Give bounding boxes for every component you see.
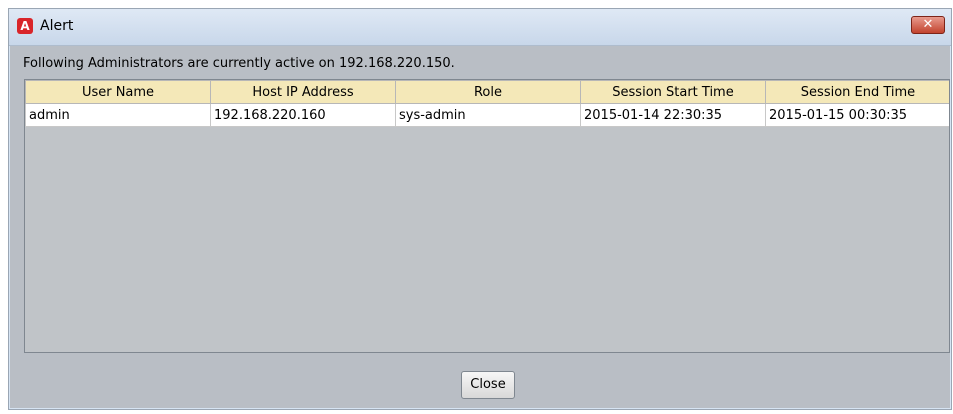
alert-dialog: A Alert ✕ Following Administrators are c… (8, 8, 952, 410)
table-header-row: User Name Host IP Address Role Session S… (25, 80, 949, 104)
admin-table: User Name Host IP Address Role Session S… (24, 79, 950, 353)
column-header-role[interactable]: Role (395, 80, 581, 104)
alert-message: Following Administrators are currently a… (23, 56, 455, 71)
table-row[interactable]: admin 192.168.220.160 sys-admin 2015-01-… (25, 103, 949, 127)
cell-session-end: 2015-01-15 00:30:35 (765, 103, 949, 127)
close-icon: ✕ (922, 17, 934, 32)
column-header-user-name[interactable]: User Name (25, 80, 211, 104)
column-header-session-start[interactable]: Session Start Time (580, 80, 766, 104)
cell-user-name: admin (25, 103, 211, 127)
cell-session-start: 2015-01-14 22:30:35 (580, 103, 766, 127)
alert-app-icon: A (17, 18, 33, 34)
column-header-session-end[interactable]: Session End Time (765, 80, 949, 104)
title-bar[interactable]: A Alert ✕ (9, 9, 951, 46)
cell-role: sys-admin (395, 103, 581, 127)
close-button[interactable]: Close (461, 371, 515, 399)
column-header-host-ip[interactable]: Host IP Address (210, 80, 396, 104)
cell-host-ip: 192.168.220.160 (210, 103, 396, 127)
window-title: Alert (40, 18, 74, 34)
close-window-button[interactable]: ✕ (911, 16, 945, 34)
